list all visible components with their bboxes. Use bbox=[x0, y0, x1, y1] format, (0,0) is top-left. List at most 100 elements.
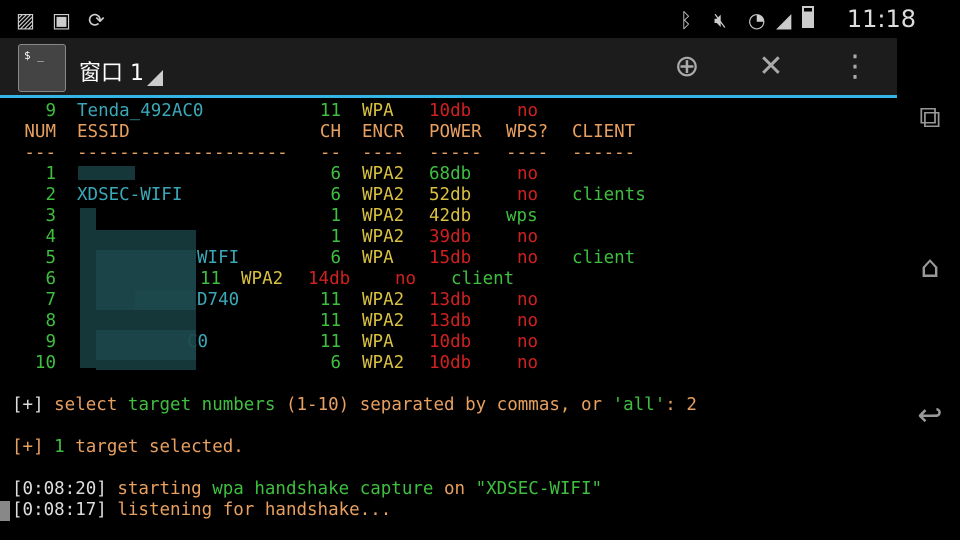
header-wps: WPS? bbox=[506, 122, 549, 142]
redacted-essid-block bbox=[135, 290, 195, 310]
table-row-ch: 1 bbox=[330, 227, 341, 247]
terminal-text: 1 bbox=[43, 437, 65, 457]
header-num: NUM bbox=[24, 122, 56, 142]
header-ch: CH bbox=[319, 122, 341, 142]
bluetooth-icon: ᛒ bbox=[680, 8, 692, 32]
separator-client: ------ bbox=[572, 143, 636, 163]
terminal-text: starting bbox=[106, 479, 213, 499]
table-row-wps: wps bbox=[506, 206, 538, 226]
close-icon[interactable]: ✕ bbox=[751, 48, 791, 86]
wifi-icon: ◔ bbox=[748, 8, 766, 32]
table-row-ch: 6 bbox=[330, 185, 341, 205]
terminal-icon: ▣ bbox=[52, 8, 71, 32]
table-row-num: 5 bbox=[45, 248, 56, 268]
table-row-wps: no bbox=[517, 332, 539, 352]
terminal-text: [+] bbox=[12, 395, 44, 415]
table-row-wps: no bbox=[517, 164, 539, 184]
table-row-encr: WPA2 bbox=[362, 353, 405, 373]
separator-encr: ---- bbox=[362, 143, 405, 163]
table-row-num: 3 bbox=[45, 206, 56, 226]
terminal-text: [0:08:20] bbox=[12, 479, 107, 499]
table-row-client: client bbox=[572, 248, 636, 268]
header-essid: ESSID bbox=[77, 122, 130, 142]
terminal-app-icon[interactable]: $ _ bbox=[18, 44, 66, 92]
table-row-num: 8 bbox=[45, 311, 56, 331]
table-row-ch: 1 bbox=[330, 206, 341, 226]
table-row-ch: 6 bbox=[330, 164, 341, 184]
terminal-text: wpa handshake capture bbox=[212, 479, 434, 499]
mute-icon: 🔇︎ bbox=[714, 8, 727, 32]
table-row-num: 9 bbox=[45, 332, 56, 352]
table-row-ch: 11 bbox=[200, 269, 222, 289]
prev-row-ch: 11 bbox=[319, 101, 341, 121]
terminal-output[interactable]: 9 Tenda_492AC0 11 WPA 10db no NUM ESSID CH ENCR PO… bbox=[0, 98, 897, 540]
separator-ch: -- bbox=[319, 143, 341, 163]
app-icon-prompt: $ _ bbox=[24, 49, 44, 62]
terminal-line: [0:08:17] listening for handshake... bbox=[12, 500, 391, 521]
table-row-power: 68db bbox=[429, 164, 472, 184]
table-row-power: 39db bbox=[429, 227, 472, 247]
table-row-ch: 11 bbox=[319, 290, 341, 310]
table-row-power: 14db bbox=[308, 269, 351, 289]
table-row-num: 10 bbox=[34, 353, 56, 373]
table-row-essid: WIFI bbox=[197, 248, 240, 268]
table-row-power: 15db bbox=[429, 248, 472, 268]
back-icon[interactable]: ↩ bbox=[905, 398, 955, 433]
table-row-encr: WPA bbox=[362, 332, 394, 352]
table-row-power: 10db bbox=[429, 332, 472, 352]
terminal-cursor bbox=[0, 501, 10, 521]
terminal-text: [0:08:17] bbox=[12, 500, 107, 520]
table-row-ch: 11 bbox=[319, 332, 341, 352]
terminal-text: on bbox=[433, 479, 476, 499]
terminal-line: [0:08:20] starting wpa handshake capture… bbox=[12, 479, 602, 500]
terminal-text: (1-10) separated by commas, or bbox=[275, 395, 613, 415]
sync-icon: ⟳ bbox=[88, 8, 105, 32]
table-row-encr: WPA2 bbox=[241, 269, 284, 289]
separator-power: ----- bbox=[429, 143, 482, 163]
redacted-essid-block bbox=[96, 330, 196, 360]
table-row-num: 6 bbox=[45, 269, 56, 289]
signal-icon: ◢ bbox=[776, 8, 792, 32]
table-row-wps: no bbox=[517, 311, 539, 331]
window-dropdown-icon[interactable] bbox=[147, 70, 163, 86]
home-icon[interactable]: ⌂ bbox=[905, 250, 955, 285]
terminal-text: select bbox=[43, 395, 128, 415]
prev-row-essid: Tenda_492AC0 bbox=[77, 101, 204, 121]
battery-icon bbox=[802, 6, 814, 28]
overflow-menu-icon[interactable]: ⋮ bbox=[835, 48, 875, 86]
table-row-num: 2 bbox=[45, 185, 56, 205]
header-power: POWER bbox=[429, 122, 482, 142]
table-row-power: 42db bbox=[429, 206, 472, 226]
table-row-wps: no bbox=[517, 227, 539, 247]
recents-icon[interactable]: ⧉ bbox=[905, 100, 955, 135]
table-row-client: client bbox=[451, 269, 515, 289]
terminal-line: [+] 1 target selected. bbox=[12, 437, 244, 458]
table-row-encr: WPA2 bbox=[362, 311, 405, 331]
header-encr: ENCR bbox=[362, 122, 405, 142]
table-row-encr: WPA bbox=[362, 248, 394, 268]
table-row-client: clients bbox=[572, 185, 646, 205]
terminal-text: 'all' bbox=[612, 395, 666, 415]
table-row-wps: no bbox=[517, 290, 539, 310]
separator-essid: -------------------- bbox=[77, 143, 288, 163]
table-row-wps: no bbox=[517, 248, 539, 268]
table-row-encr: WPA2 bbox=[362, 206, 405, 226]
table-row-power: 13db bbox=[429, 311, 472, 331]
terminal-text: : bbox=[665, 395, 676, 415]
prev-row-wps: no bbox=[517, 101, 539, 121]
add-icon[interactable]: ⊕ bbox=[667, 48, 707, 86]
table-row-num: 7 bbox=[45, 290, 56, 310]
table-row-ch: 11 bbox=[319, 311, 341, 331]
table-row-num: 4 bbox=[45, 227, 56, 247]
table-row-encr: WPA2 bbox=[362, 290, 405, 310]
status-bar: ▨ ▣ ⟳ ᛒ 🔇︎ ◔ ◢ 11:18 bbox=[0, 0, 960, 38]
window-title[interactable]: 窗口 1 bbox=[79, 55, 144, 87]
prev-row-power: 10db bbox=[429, 101, 472, 121]
table-row-power: 10db bbox=[429, 353, 472, 373]
table-row-encr: WPA2 bbox=[362, 185, 405, 205]
table-row-wps: no bbox=[517, 185, 539, 205]
table-row-ch: 6 bbox=[330, 353, 341, 373]
table-row-encr: WPA2 bbox=[362, 164, 405, 184]
prev-row-num: 9 bbox=[45, 101, 56, 121]
clock: 11:18 bbox=[846, 5, 916, 33]
